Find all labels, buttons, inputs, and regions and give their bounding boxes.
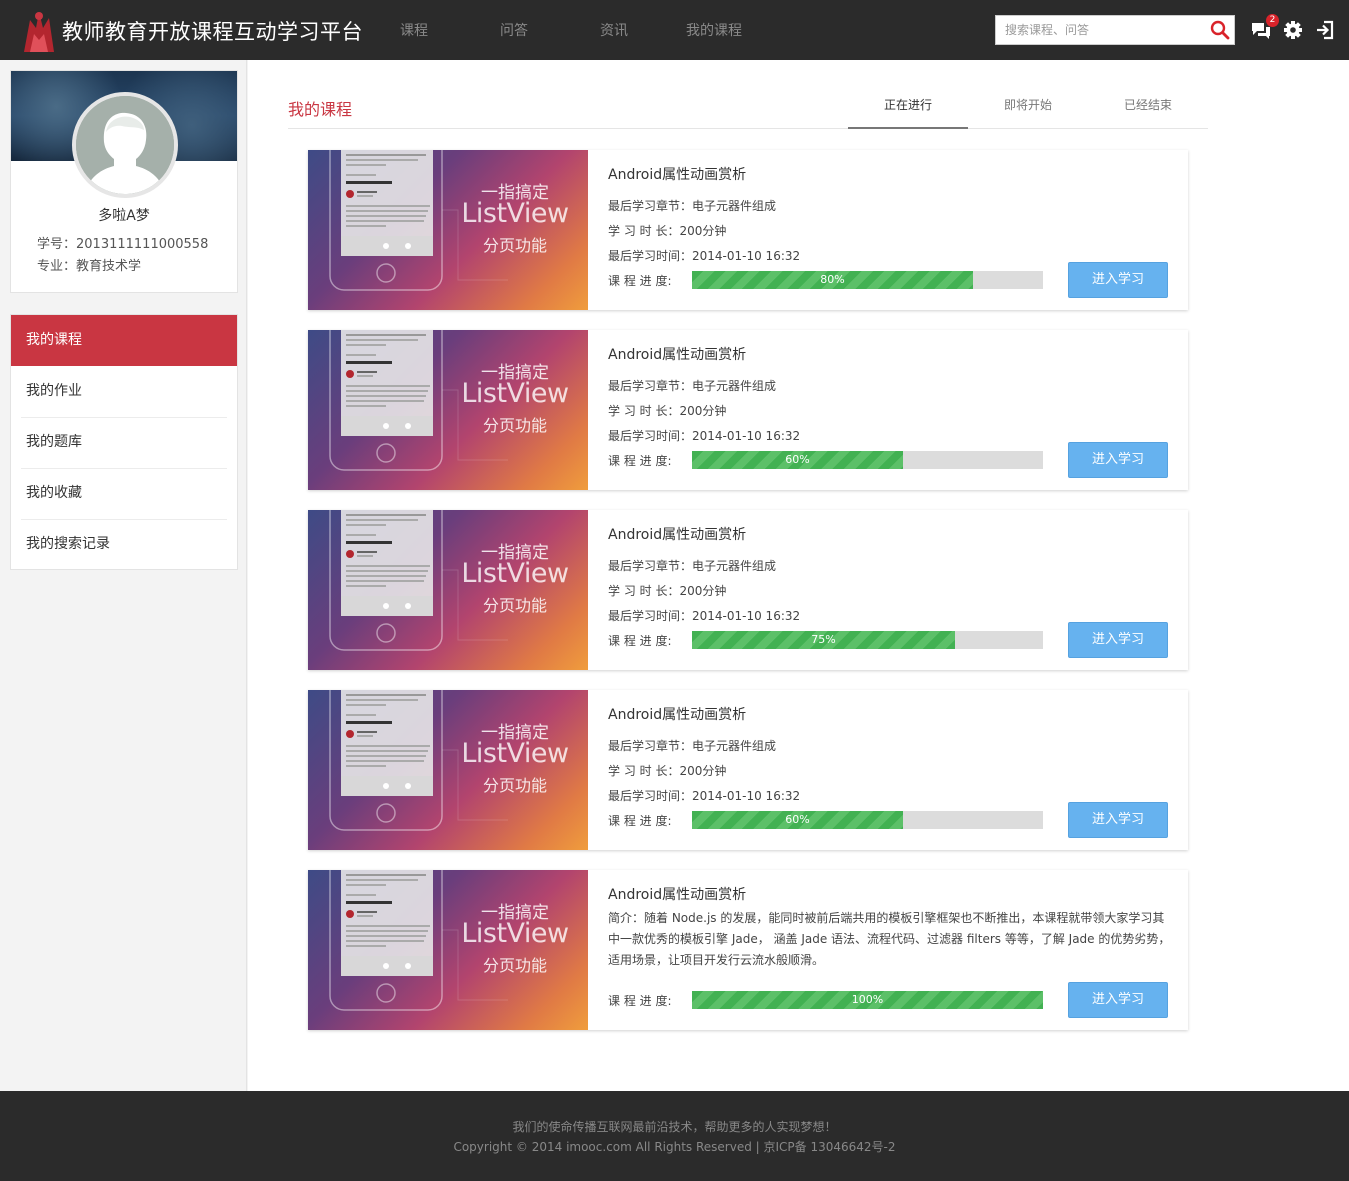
phone-illustration-icon bbox=[329, 690, 508, 831]
nav-my-courses[interactable]: 我的课程 bbox=[686, 20, 742, 40]
progress-bar: 60% bbox=[692, 811, 1043, 829]
thumb-text-line2: ListView bbox=[461, 918, 569, 949]
phone-illustration-icon bbox=[329, 150, 508, 291]
site-title[interactable]: 教师教育开放课程互动学习平台 bbox=[62, 16, 363, 46]
course-card: 一指搞定 ListView 分页功能 Android属性动画赏析 最后学习章节：电子元器… bbox=[308, 510, 1188, 670]
course-progress-label: 课 程 进 度: bbox=[608, 994, 672, 1008]
search-icon[interactable] bbox=[1210, 20, 1230, 40]
course-title[interactable]: Android属性动画赏析 bbox=[608, 884, 746, 904]
tab-finished[interactable]: 已经结束 bbox=[1088, 96, 1208, 113]
course-last-time: 最后学习时间：2014-01-10 16:32 bbox=[608, 249, 801, 263]
thumb-text-line2: ListView bbox=[461, 198, 569, 229]
menu-item-my-homework[interactable]: 我的作业 bbox=[11, 366, 237, 417]
course-duration: 学 习 时 长：200分钟 bbox=[608, 224, 727, 238]
phone-illustration-icon bbox=[329, 330, 508, 471]
gear-icon[interactable] bbox=[1282, 19, 1304, 41]
course-progress-label: 课 程 进 度: bbox=[608, 274, 672, 288]
menu-item-my-favorites[interactable]: 我的收藏 bbox=[11, 468, 237, 519]
course-progress-label: 课 程 进 度: bbox=[608, 454, 672, 468]
course-title[interactable]: Android属性动画赏析 bbox=[608, 524, 746, 544]
footer-copyright: Copyright © 2014 imooc.com All Rights Re… bbox=[453, 1140, 896, 1154]
course-last-chapter: 最后学习章节：电子元器件组成 bbox=[608, 739, 777, 753]
footer: 我们的使命传播互联网最前沿技术，帮助更多的人实现梦想！ Copyright © … bbox=[0, 1091, 1349, 1181]
nav-courses[interactable]: 课程 bbox=[400, 20, 428, 40]
top-header: 教师教育开放课程互动学习平台 课程 问答 资讯 我的课程 2 bbox=[0, 0, 1349, 60]
progress-text: 80% bbox=[820, 273, 845, 286]
thumb-text-line2: ListView bbox=[461, 558, 569, 589]
course-card: 一指搞定 ListView 分页功能 Android属性动画赏析 最后学习章节：电子元器… bbox=[308, 150, 1188, 310]
course-title[interactable]: Android属性动画赏析 bbox=[608, 704, 746, 724]
tab-upcoming[interactable]: 即将开始 bbox=[968, 96, 1088, 113]
progress-bar: 80% bbox=[692, 271, 1043, 289]
course-duration: 学 习 时 长：200分钟 bbox=[608, 764, 727, 778]
course-duration: 学 习 时 长：200分钟 bbox=[608, 404, 727, 418]
enter-study-button[interactable]: 进入学习 bbox=[1068, 802, 1168, 838]
message-count-badge: 2 bbox=[1266, 14, 1279, 27]
phone-illustration-icon bbox=[329, 870, 508, 1011]
footer-mission: 我们的使命传播互联网最前沿技术，帮助更多的人实现梦想！ bbox=[512, 1120, 837, 1134]
course-thumbnail[interactable]: 一指搞定 ListView 分页功能 bbox=[308, 330, 588, 490]
profile-card: 多啦A梦 学号：2013111111000558 专业：教育技术学 bbox=[10, 70, 238, 293]
course-card: 一指搞定 ListView 分页功能 Android属性动画赏析 最后学习章节：电子元器… bbox=[308, 330, 1188, 490]
thumb-text-line3: 分页功能 bbox=[482, 956, 547, 975]
thumb-text-line3: 分页功能 bbox=[482, 596, 547, 615]
user-silhouette-icon bbox=[76, 96, 174, 194]
student-id: 学号：2013111111000558 bbox=[37, 237, 209, 252]
course-card: 一指搞定 ListView 分页功能 Android属性动画赏析 最后学习章节：电子元器… bbox=[308, 690, 1188, 850]
phone-illustration-icon bbox=[329, 510, 508, 651]
menu-item-my-courses[interactable]: 我的课程 bbox=[11, 315, 237, 366]
avatar[interactable] bbox=[72, 92, 178, 198]
progress-text: 60% bbox=[785, 813, 810, 826]
search-input[interactable] bbox=[996, 16, 1201, 44]
thumb-text-line2: ListView bbox=[461, 378, 569, 409]
course-last-time: 最后学习时间：2014-01-10 16:32 bbox=[608, 789, 801, 803]
page-title: 我的课程 bbox=[288, 100, 353, 119]
progress-text: 75% bbox=[811, 633, 836, 646]
enter-study-button[interactable]: 进入学习 bbox=[1068, 442, 1168, 478]
progress-text: 60% bbox=[785, 453, 810, 466]
course-last-chapter: 最后学习章节：电子元器件组成 bbox=[608, 199, 777, 213]
nav-news[interactable]: 资讯 bbox=[600, 20, 628, 40]
course-thumbnail[interactable]: 一指搞定 ListView 分页功能 bbox=[308, 690, 588, 850]
thumb-text-line3: 分页功能 bbox=[482, 776, 547, 795]
progress-text: 100% bbox=[851, 993, 884, 1006]
progress-bar: 100% bbox=[692, 991, 1043, 1009]
course-card: 一指搞定 ListView 分页功能 Android属性动画赏析 简介：随着 Node.… bbox=[308, 870, 1188, 1030]
sidebar-menu: 我的课程 我的作业 我的题库 我的收藏 我的搜索记录 bbox=[10, 314, 238, 570]
course-intro: 简介：随着 Node.js 的发展，能同时被前后端共用的模板引擎框架也不断推出，… bbox=[608, 911, 1171, 967]
nav-qa[interactable]: 问答 bbox=[500, 20, 528, 40]
course-last-time: 最后学习时间：2014-01-10 16:32 bbox=[608, 429, 801, 443]
progress-bar: 75% bbox=[692, 631, 1043, 649]
menu-item-my-question-bank[interactable]: 我的题库 bbox=[11, 417, 237, 468]
menu-item-my-search-history[interactable]: 我的搜索记录 bbox=[11, 519, 237, 570]
course-progress-label: 课 程 进 度: bbox=[608, 814, 672, 828]
course-title[interactable]: Android属性动画赏析 bbox=[608, 344, 746, 364]
thumb-text-line3: 分页功能 bbox=[482, 416, 547, 435]
logo-icon[interactable] bbox=[20, 8, 58, 52]
enter-study-button[interactable]: 进入学习 bbox=[1068, 982, 1168, 1018]
enter-study-button[interactable]: 进入学习 bbox=[1068, 622, 1168, 658]
course-thumbnail[interactable]: 一指搞定 ListView 分页功能 bbox=[308, 150, 588, 310]
course-progress-label: 课 程 进 度: bbox=[608, 634, 672, 648]
thumb-text-line3: 分页功能 bbox=[482, 236, 547, 255]
course-title[interactable]: Android属性动画赏析 bbox=[608, 164, 746, 184]
tab-divider bbox=[288, 128, 1208, 129]
course-last-chapter: 最后学习章节：电子元器件组成 bbox=[608, 559, 777, 573]
progress-bar: 60% bbox=[692, 451, 1043, 469]
enter-study-button[interactable]: 进入学习 bbox=[1068, 262, 1168, 298]
thumb-text-line2: ListView bbox=[461, 738, 569, 769]
course-last-time: 最后学习时间：2014-01-10 16:32 bbox=[608, 609, 801, 623]
search-box bbox=[995, 15, 1235, 45]
tab-active-indicator bbox=[848, 127, 968, 129]
course-thumbnail[interactable]: 一指搞定 ListView 分页功能 bbox=[308, 870, 588, 1030]
user-major: 专业：教育技术学 bbox=[37, 259, 142, 274]
tab-in-progress[interactable]: 正在进行 bbox=[848, 96, 968, 113]
course-duration: 学 习 时 长：200分钟 bbox=[608, 584, 727, 598]
course-thumbnail[interactable]: 一指搞定 ListView 分页功能 bbox=[308, 510, 588, 670]
user-name: 多啦A梦 bbox=[98, 208, 150, 224]
logout-icon[interactable] bbox=[1314, 19, 1336, 41]
course-last-chapter: 最后学习章节：电子元器件组成 bbox=[608, 379, 777, 393]
